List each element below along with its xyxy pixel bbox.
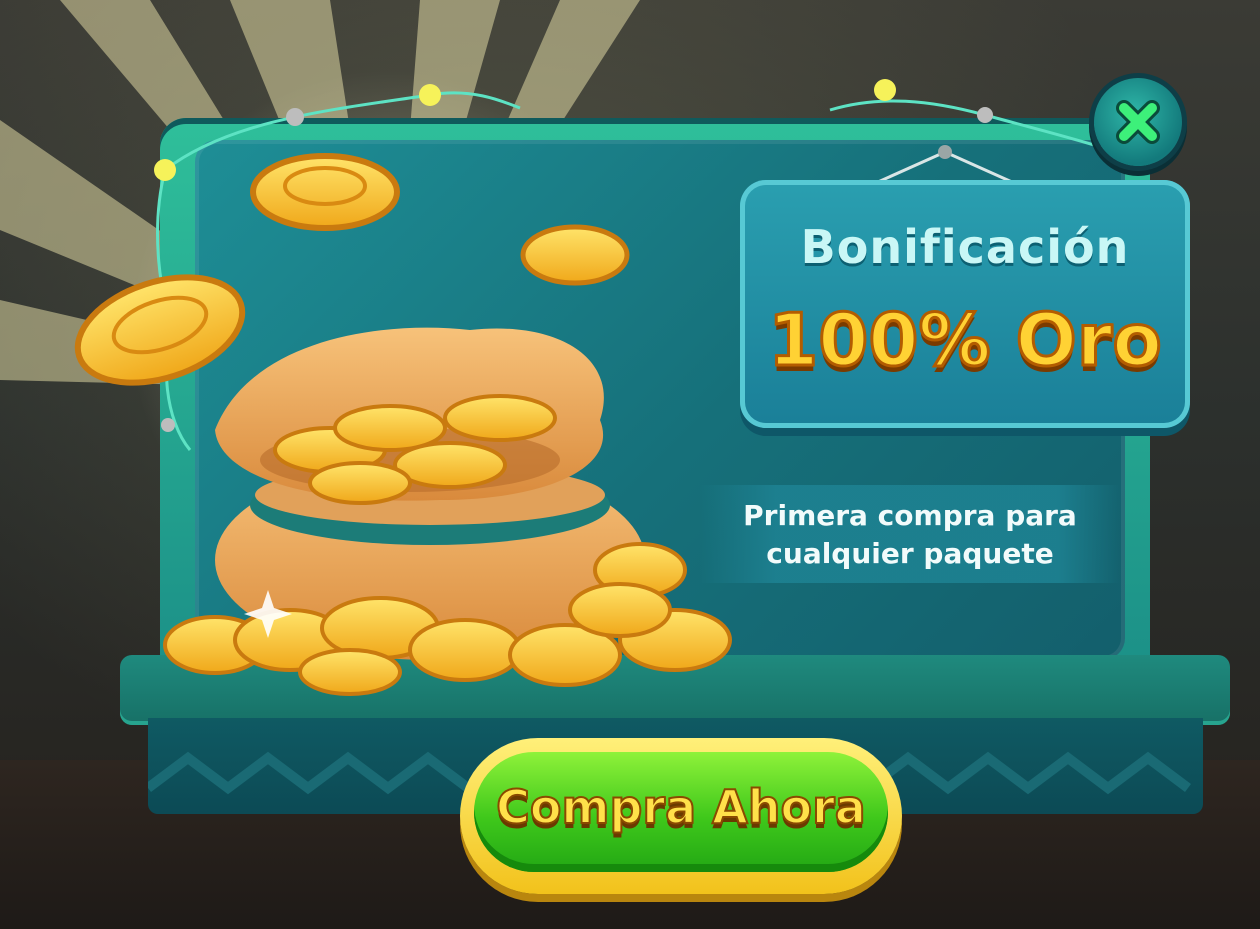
bonus-amount: 100% Oro [767, 297, 1164, 384]
buy-now-label: Compra Ahora [495, 779, 867, 835]
bonus-sign: Bonificación 100% Oro [740, 180, 1190, 428]
offer-description: Primera compra para cualquier paquete [700, 497, 1120, 573]
bonus-title: Bonificación [800, 220, 1130, 274]
offer-description-line2: cualquier paquete [766, 537, 1054, 570]
shelf-top [120, 655, 1230, 725]
close-button[interactable] [1094, 78, 1182, 166]
subtitle-band: Primera compra para cualquier paquete [700, 485, 1120, 583]
buy-now-button[interactable]: Compra Ahora [460, 738, 902, 894]
close-x-icon [1116, 100, 1160, 144]
offer-description-line1: Primera compra para [743, 499, 1077, 532]
buy-now-button-face: Compra Ahora [474, 752, 888, 872]
